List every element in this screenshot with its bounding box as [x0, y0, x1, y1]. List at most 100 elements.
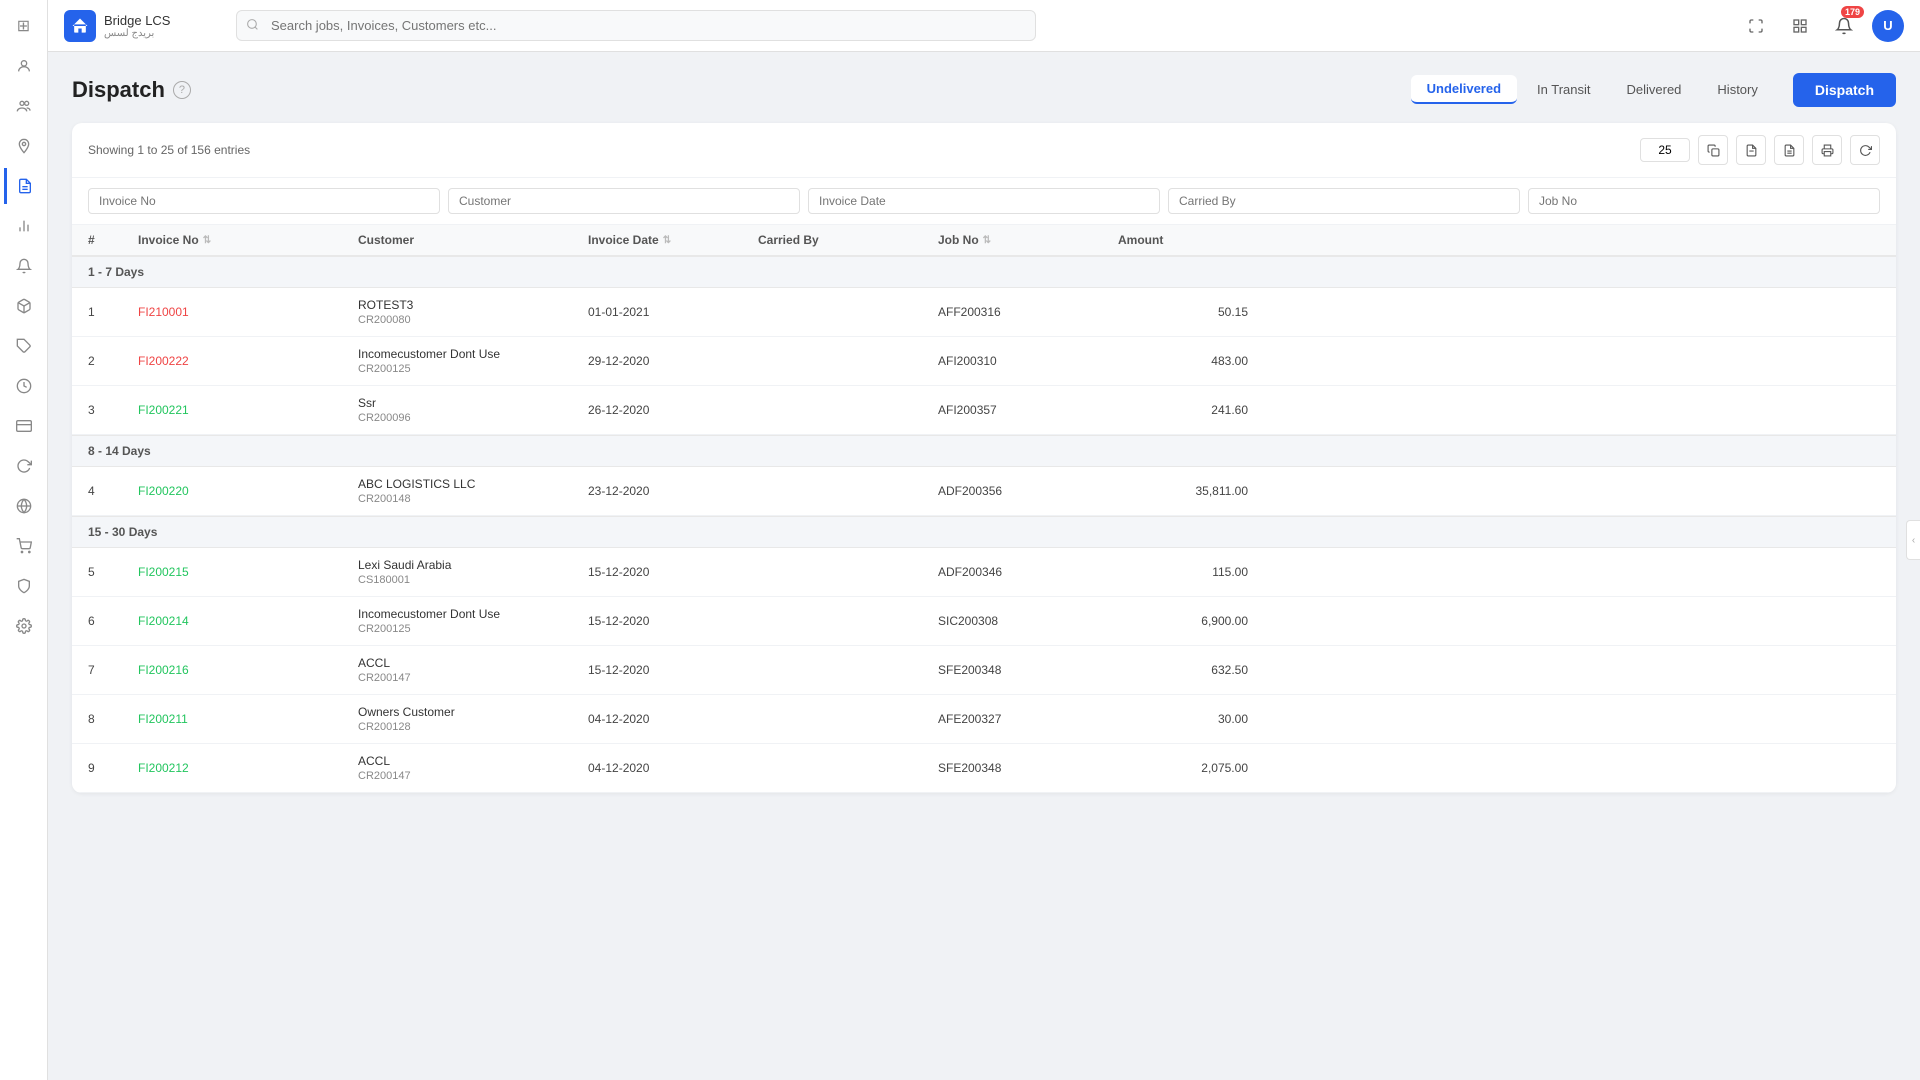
- sidebar-icon-cart[interactable]: [6, 528, 42, 564]
- td-invoice-link[interactable]: FI200211: [138, 712, 358, 726]
- td-invoice-link[interactable]: FI200215: [138, 565, 358, 579]
- notification-button[interactable]: 179: [1828, 10, 1860, 42]
- td-customer: ABC LOGISTICS LLCCR200148: [358, 477, 588, 505]
- sidebar-icon-shield[interactable]: [6, 568, 42, 604]
- page-size-input[interactable]: [1640, 138, 1690, 162]
- table-row: 6 FI200214 Incomecustomer Dont UseCR2001…: [72, 597, 1896, 646]
- td-invoice-date: 04-12-2020: [588, 712, 758, 726]
- td-invoice-link[interactable]: FI210001: [138, 305, 358, 319]
- csv-button[interactable]: [1736, 135, 1766, 165]
- sidebar-icon-dashboard[interactable]: ⊞: [6, 8, 42, 44]
- search-input[interactable]: [236, 10, 1036, 41]
- td-job-no: AFF200316: [938, 305, 1118, 319]
- table-row: 5 FI200215 Lexi Saudi ArabiaCS180001 15-…: [72, 548, 1896, 597]
- filter-job-no[interactable]: [1528, 188, 1880, 214]
- td-amount: 50.15: [1118, 305, 1248, 319]
- td-invoice-link[interactable]: FI200221: [138, 403, 358, 417]
- tab-undelivered[interactable]: Undelivered: [1411, 75, 1517, 104]
- filter-customer[interactable]: [448, 188, 800, 214]
- th-num: #: [88, 233, 138, 247]
- td-invoice-date: 04-12-2020: [588, 761, 758, 775]
- table-row: 3 FI200221 SsrCR200096 26-12-2020 AFI200…: [72, 386, 1896, 435]
- tab-history[interactable]: History: [1701, 76, 1773, 103]
- logo-area: Bridge LCS بريدج لسس: [64, 10, 224, 42]
- logo-image: [64, 10, 96, 42]
- td-amount: 115.00: [1118, 565, 1248, 579]
- td-customer: ROTEST3CR200080: [358, 298, 588, 326]
- td-amount: 2,075.00: [1118, 761, 1248, 775]
- td-customer: Lexi Saudi ArabiaCS180001: [358, 558, 588, 586]
- td-customer: Incomecustomer Dont UseCR200125: [358, 347, 588, 375]
- sidebar-icon-person[interactable]: [6, 48, 42, 84]
- app-subtitle: بريدج لسس: [104, 28, 170, 39]
- td-num: 6: [88, 614, 138, 628]
- grid-icon[interactable]: [1784, 10, 1816, 42]
- td-job-no: SIC200308: [938, 614, 1118, 628]
- print-button[interactable]: [1812, 135, 1842, 165]
- app-name: Bridge LCS: [104, 13, 170, 28]
- sidebar-icon-box[interactable]: [6, 288, 42, 324]
- sidebar-icon-chart[interactable]: [6, 208, 42, 244]
- td-customer: SsrCR200096: [358, 396, 588, 424]
- filter-invoice-date[interactable]: [808, 188, 1160, 214]
- sidebar-icon-globe[interactable]: [6, 488, 42, 524]
- showing-text: Showing 1 to 25 of 156 entries: [88, 143, 250, 157]
- td-invoice-link[interactable]: FI200220: [138, 484, 358, 498]
- table-card: Showing 1 to 25 of 156 entries: [72, 123, 1896, 793]
- tabs-container: Undelivered In Transit Delivered History: [1408, 72, 1777, 107]
- group-header-15-30: 15 - 30 Days: [72, 516, 1896, 548]
- td-invoice-date: 15-12-2020: [588, 614, 758, 628]
- copy-button[interactable]: [1698, 135, 1728, 165]
- sidebar: ⊞: [0, 0, 48, 1080]
- td-invoice-date: 15-12-2020: [588, 663, 758, 677]
- td-customer: ACCLCR200147: [358, 754, 588, 782]
- toolbar-right: [1640, 135, 1880, 165]
- th-job-no[interactable]: Job No ⇅: [938, 233, 1118, 247]
- sidebar-icon-location[interactable]: [6, 128, 42, 164]
- excel-button[interactable]: [1774, 135, 1804, 165]
- td-invoice-link[interactable]: FI200216: [138, 663, 358, 677]
- refresh-button[interactable]: [1850, 135, 1880, 165]
- th-invoice-date[interactable]: Invoice Date ⇅: [588, 233, 758, 247]
- sidebar-icon-card[interactable]: [6, 408, 42, 444]
- sidebar-icon-group[interactable]: [6, 88, 42, 124]
- table-row: 1 FI210001 ROTEST3CR200080 01-01-2021 AF…: [72, 288, 1896, 337]
- sidebar-icon-document[interactable]: [4, 168, 44, 204]
- td-job-no: AFE200327: [938, 712, 1118, 726]
- td-job-no: AFI200357: [938, 403, 1118, 417]
- td-num: 9: [88, 761, 138, 775]
- tab-delivered[interactable]: Delivered: [1611, 76, 1698, 103]
- topbar-right: 179 U: [1740, 10, 1904, 42]
- filter-invoice-no[interactable]: [88, 188, 440, 214]
- td-num: 3: [88, 403, 138, 417]
- fullscreen-icon[interactable]: [1740, 10, 1772, 42]
- td-invoice-link[interactable]: FI200222: [138, 354, 358, 368]
- sidebar-icon-settings[interactable]: [6, 608, 42, 644]
- tab-in-transit[interactable]: In Transit: [1521, 76, 1606, 103]
- table-row: 7 FI200216 ACCLCR200147 15-12-2020 SFE20…: [72, 646, 1896, 695]
- th-customer: Customer: [358, 233, 588, 247]
- filter-carried-by[interactable]: [1168, 188, 1520, 214]
- td-job-no: ADF200356: [938, 484, 1118, 498]
- sidebar-collapse-handle[interactable]: ‹: [1906, 520, 1920, 560]
- td-invoice-link[interactable]: FI200212: [138, 761, 358, 775]
- table-header: # Invoice No ⇅ Customer Invoice Date ⇅ C…: [72, 225, 1896, 256]
- sidebar-icon-clock[interactable]: [6, 368, 42, 404]
- td-amount: 35,811.00: [1118, 484, 1248, 498]
- table-row: 8 FI200211 Owners CustomerCR200128 04-12…: [72, 695, 1896, 744]
- help-icon[interactable]: ?: [173, 81, 191, 99]
- dispatch-button[interactable]: Dispatch: [1793, 73, 1896, 107]
- search-bar: [236, 10, 1036, 41]
- search-icon: [246, 18, 259, 34]
- td-invoice-link[interactable]: FI200214: [138, 614, 358, 628]
- sidebar-icon-refresh[interactable]: [6, 448, 42, 484]
- user-avatar[interactable]: U: [1872, 10, 1904, 42]
- td-invoice-date: 15-12-2020: [588, 565, 758, 579]
- th-invoice-no[interactable]: Invoice No ⇅: [138, 233, 358, 247]
- sidebar-icon-alert[interactable]: [6, 248, 42, 284]
- sidebar-icon-tag[interactable]: [6, 328, 42, 364]
- topbar: Bridge LCS بريدج لسس 179 U: [48, 0, 1920, 52]
- td-invoice-date: 01-01-2021: [588, 305, 758, 319]
- td-num: 1: [88, 305, 138, 319]
- td-invoice-date: 23-12-2020: [588, 484, 758, 498]
